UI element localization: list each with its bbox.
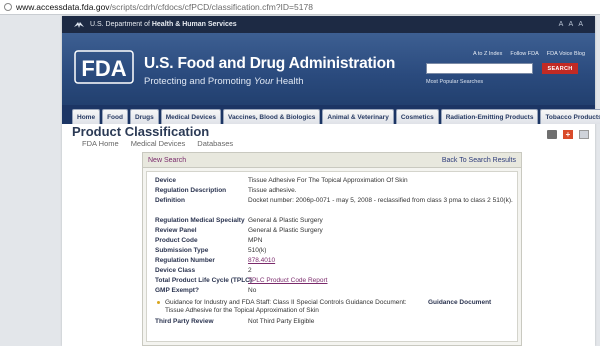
subtype-label: Submission Type [155, 247, 209, 254]
text-size-controls[interactable]: A A A [559, 21, 585, 28]
tagline: Protecting and Promoting Your Health [144, 76, 304, 87]
regdesc-value: Tissue adhesive. [248, 187, 297, 194]
crumb-databases[interactable]: Databases [197, 139, 233, 148]
hhs-name: Health & Human Services [151, 21, 237, 28]
site-search-input[interactable] [426, 63, 533, 74]
hhs-eagle-icon [74, 21, 84, 28]
fda-logo-icon[interactable]: FDA [74, 47, 134, 87]
main-nav: Home Food Drugs Medical Devices Vaccines… [62, 105, 600, 124]
tab-radiation[interactable]: Radiation-Emitting Products [440, 109, 539, 124]
def-label: Definition [155, 197, 185, 204]
popular-searches-link[interactable]: Most Popular Searches [426, 79, 483, 85]
results-header: New Search Back To Search Results [143, 153, 521, 168]
device-label: Device [155, 177, 176, 184]
share-plus-icon[interactable]: + [563, 130, 573, 139]
hhs-strip: U.S. Department of Health & Human Servic… [62, 16, 595, 33]
breadcrumb: FDA Home Medical Devices Databases [82, 139, 233, 148]
subtype-value: 510(k) [248, 247, 267, 254]
code-label: Product Code [155, 237, 198, 244]
tab-home[interactable]: Home [72, 109, 101, 124]
crumb-fda-home[interactable]: FDA Home [82, 139, 119, 148]
code-value: MPN [248, 237, 263, 244]
tab-animal[interactable]: Animal & Veterinary [322, 109, 394, 124]
email-icon[interactable] [579, 130, 589, 139]
regnum-link[interactable]: 878.4010 [248, 257, 448, 266]
tab-food[interactable]: Food [102, 109, 128, 124]
tab-tobacco[interactable]: Tobacco Products [540, 109, 600, 124]
guidance-line-2: Tissue Adhesive for the Topical Approxim… [165, 307, 319, 314]
tab-vaccines[interactable]: Vaccines, Blood & Biologics [222, 109, 321, 124]
def-value: Docket number: 2006p-0071 - may 5, 2008 … [248, 197, 513, 204]
medspec-value: General & Plastic Surgery [248, 217, 323, 224]
tplc-link[interactable]: TPLC Product Code Report [248, 277, 448, 286]
gmp-label: GMP Exempt? [155, 287, 199, 294]
link-a-to-z[interactable]: A to Z Index [473, 51, 502, 57]
address-bar[interactable]: www.accessdata.fda.gov/scripts/cdrh/cfdo… [0, 0, 600, 15]
guidance-doc-label: Guidance Document [428, 299, 492, 306]
url-path: /scripts/cdrh/cfdocs/cfPCD/classificatio… [109, 2, 313, 12]
tab-cosmetics[interactable]: Cosmetics [395, 109, 439, 124]
search-button[interactable]: SEARCH [542, 63, 578, 74]
panel-label: Review Panel [155, 227, 197, 234]
hhs-department[interactable]: U.S. Department of Health & Human Servic… [90, 21, 237, 28]
page-title: Product Classification [72, 124, 210, 139]
print-icon[interactable] [547, 130, 557, 139]
back-to-results-link[interactable]: Back To Search Results [442, 157, 516, 164]
link-follow-fda[interactable]: Follow FDA [510, 51, 538, 57]
tpr-label: Third Party Review [155, 318, 214, 325]
new-search-link[interactable]: New Search [148, 157, 186, 164]
regdesc-label: Regulation Description [155, 187, 227, 194]
panel-value: General & Plastic Surgery [248, 227, 323, 234]
fda-page: U.S. Department of Health & Human Servic… [62, 16, 600, 346]
gmp-value: No [248, 287, 257, 294]
url-host: www.accessdata.fda.gov [16, 2, 110, 12]
tagline-prefix: Protecting and Promoting [144, 76, 254, 87]
utility-links: A to Z Index Follow FDA FDA Voice Blog [473, 51, 585, 57]
classification-results: New Search Back To Search Results Device… [142, 152, 522, 346]
regnum-label: Regulation Number [155, 257, 215, 264]
class-label: Device Class [155, 267, 196, 274]
globe-icon [4, 3, 12, 11]
link-voice-blog[interactable]: FDA Voice Blog [547, 51, 585, 57]
medspec-label: Regulation Medical Specialty [155, 217, 245, 224]
guidance-line-1: Guidance for Industry and FDA Staff: Cla… [165, 299, 407, 306]
crumb-medical-devices[interactable]: Medical Devices [131, 139, 186, 148]
hhs-prefix: U.S. Department of [90, 21, 152, 28]
page-tools: + [547, 130, 589, 139]
results-body: Device Tissue Adhesive For The Topical A… [146, 171, 518, 342]
tab-medical-devices[interactable]: Medical Devices [160, 109, 221, 124]
bullet-icon [157, 301, 160, 304]
fda-logo-text: FDA [81, 56, 126, 81]
tagline-em: Your [253, 76, 274, 87]
tpr-value: Not Third Party Eligible [248, 318, 315, 325]
tab-drugs[interactable]: Drugs [129, 109, 159, 124]
tagline-suffix: Health [273, 76, 304, 87]
guidance-link[interactable]: Guidance for Industry and FDA Staff: Cla… [165, 299, 445, 315]
tplc-label: Total Product Life Cycle (TPLC) [155, 277, 253, 284]
class-value: 2 [248, 267, 252, 274]
device-value: Tissue Adhesive For The Topical Approxim… [248, 177, 408, 184]
fda-banner: FDA U.S. Food and Drug Administration Pr… [62, 33, 595, 105]
agency-name[interactable]: U.S. Food and Drug Administration [144, 55, 395, 73]
